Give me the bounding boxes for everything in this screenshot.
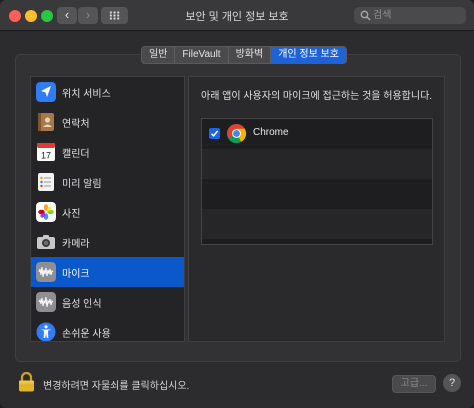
app-row-chrome[interactable]: Chrome	[202, 119, 432, 149]
calendar-day: 17	[41, 151, 51, 161]
sidebar-item-location-services[interactable]: 위치 서비스	[31, 77, 184, 107]
camera-icon	[37, 235, 55, 249]
sidebar-item-contacts[interactable]: 연락처	[31, 107, 184, 137]
sidebar-item-calendar[interactable]: 17 캘린더	[31, 137, 184, 167]
sidebar-item-photos[interactable]: 사진	[31, 197, 184, 227]
sidebar-item-reminders[interactable]: 미리 알림	[31, 167, 184, 197]
tab-firewall[interactable]: 방화벽	[229, 47, 272, 63]
accessibility-icon	[36, 322, 56, 341]
search-input[interactable]	[373, 7, 461, 24]
sidebar-item-label: 손쉬운 사용	[62, 329, 111, 340]
tab-filevault[interactable]: FileVault	[175, 47, 229, 63]
sidebar-item-label: 사진	[62, 209, 81, 220]
photos-icon	[36, 202, 56, 222]
advanced-button[interactable]: 고급...	[392, 375, 436, 393]
zoom-window-button[interactable]	[41, 10, 53, 22]
chrome-permission-checkbox[interactable]	[209, 128, 220, 139]
calendar-icon: 17	[37, 143, 55, 161]
app-name: Chrome	[253, 127, 289, 138]
permission-description: 아래 앱이 사용자의 마이크에 접근하는 것을 허용합니다.	[201, 91, 433, 102]
title-bar: ‹ › 보안 및 개인 정보 보호	[0, 0, 474, 31]
sidebar-item-accessibility[interactable]: 손쉬운 사용	[31, 317, 184, 341]
grid-icon	[109, 11, 120, 20]
show-all-button[interactable]	[101, 7, 128, 24]
preferences-window: ‹ › 보안 및 개인 정보 보호 일반 FileVault 방화벽 개인 정보…	[0, 0, 474, 408]
empty-list-row	[202, 149, 432, 179]
location-arrow-icon	[36, 82, 56, 102]
back-button[interactable]: ‹	[57, 7, 77, 24]
sidebar-item-label: 연락처	[62, 119, 90, 130]
search-field[interactable]	[354, 7, 466, 24]
sidebar-item-label: 위치 서비스	[62, 89, 111, 100]
sidebar-item-camera[interactable]: 카메라	[31, 227, 184, 257]
sidebar-item-label: 캘린더	[62, 149, 90, 160]
privacy-category-list: 위치 서비스 연락처 17 캘린더 미리 알림 사진 카메라 마이크 음성 인식…	[30, 76, 185, 342]
sidebar-item-label: 미리 알림	[62, 179, 102, 190]
reminders-icon	[38, 173, 54, 191]
sidebar-item-label: 음성 인식	[62, 299, 102, 310]
checkmark-icon	[210, 130, 219, 137]
tab-general[interactable]: 일반	[142, 47, 176, 63]
tab-privacy[interactable]: 개인 정보 보호	[271, 47, 346, 63]
window-title: 보안 및 개인 정보 보호	[185, 11, 289, 23]
sidebar-item-label: 마이크	[62, 269, 90, 280]
close-window-button[interactable]	[9, 10, 21, 22]
sidebar-item-microphone[interactable]: 마이크	[31, 257, 184, 287]
lock-icon[interactable]	[17, 371, 36, 393]
tab-bar: 일반 FileVault 방화벽 개인 정보 보호	[141, 46, 347, 64]
empty-list-row	[202, 179, 432, 209]
empty-list-row	[202, 209, 432, 239]
chrome-icon	[226, 123, 247, 144]
search-icon	[360, 10, 371, 21]
help-button[interactable]: ?	[443, 374, 461, 392]
sidebar-item-label: 카메라	[62, 239, 90, 250]
sidebar-item-speech-recognition[interactable]: 음성 인식	[31, 287, 184, 317]
microphone-detail-panel: 아래 앱이 사용자의 마이크에 접근하는 것을 허용합니다. Chrome	[188, 76, 445, 342]
microphone-waveform-icon	[36, 262, 56, 282]
app-permission-list: Chrome	[201, 118, 433, 245]
forward-button[interactable]: ›	[78, 7, 98, 24]
minimize-window-button[interactable]	[25, 10, 37, 22]
contacts-book-icon	[38, 113, 54, 131]
lock-instruction-text: 변경하려면 자물쇠를 클릭하십시오.	[43, 381, 190, 392]
speech-recognition-icon	[36, 292, 56, 312]
